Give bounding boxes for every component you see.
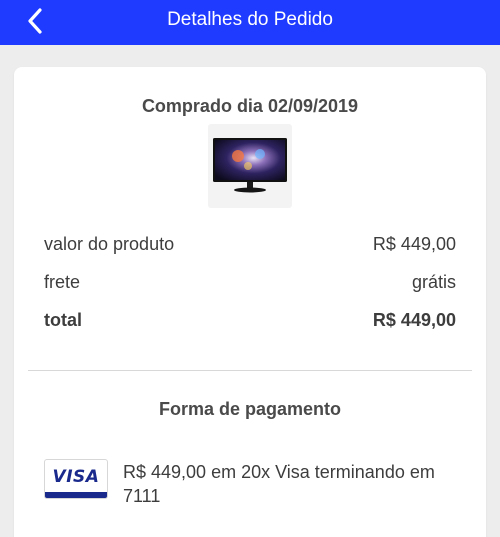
shipping-value: grátis	[411, 272, 456, 292]
shipping-label: frete	[44, 272, 81, 292]
card-stripe	[45, 492, 107, 498]
purchase-date: Comprado dia 02/09/2019	[141, 96, 359, 116]
product-value-label: valor do produto	[44, 234, 175, 254]
section-divider	[28, 370, 472, 371]
card-brand-label: VISA	[52, 467, 100, 487]
product-value-row: valor do produto R$ 449,00	[44, 234, 456, 258]
shipping-row: frete grátis	[44, 272, 456, 296]
order-details-card: Comprado dia 02/09/2019 valor do produto…	[14, 67, 486, 537]
product-image[interactable]	[208, 124, 292, 208]
payment-section-title: Forma de pagamento	[158, 399, 342, 419]
page-title: Detalhes do Pedido	[167, 9, 333, 30]
total-row: total R$ 449,00	[44, 310, 456, 334]
visa-card-icon: VISA	[44, 459, 108, 499]
app-header: Detalhes do Pedido	[0, 0, 500, 45]
total-amount: R$ 449,00	[372, 310, 456, 330]
monitor-image	[213, 138, 287, 193]
product-value-amount: R$ 449,00	[372, 234, 456, 254]
payment-description: R$ 449,00 em 20x Visa terminando em 7111	[123, 462, 435, 506]
total-label: total	[44, 310, 82, 330]
